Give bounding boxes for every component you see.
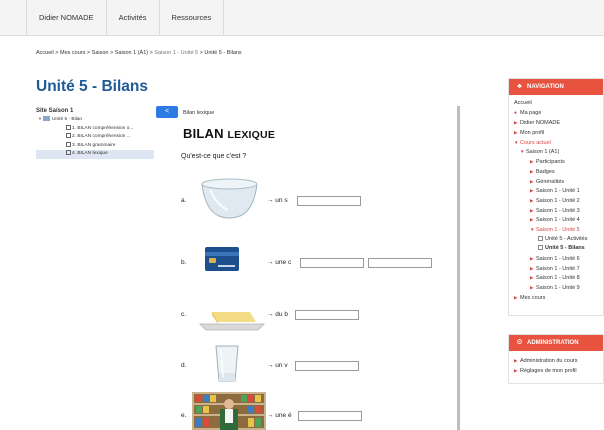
breadcrumb-current: Unité 5 - Bilans — [204, 50, 242, 56]
navigation-header[interactable]: ♣ NAVIGATION — [509, 79, 603, 95]
answer-input-c[interactable] — [295, 310, 359, 320]
answer-input-e[interactable] — [298, 411, 362, 421]
nav-unite5[interactable]: ▼ Saison 1 - Unité 5 — [514, 225, 603, 235]
nav-unite4[interactable]: ▶ Saison 1 - Unité 4 — [514, 215, 603, 225]
nav-unite8[interactable]: ▶ Saison 1 - Unité 8 — [514, 273, 603, 283]
folder-icon — [42, 116, 50, 122]
administration-list: ▶ Administration du cours ▶ Réglages de mo… — [509, 351, 603, 375]
breadcrumb-home[interactable]: Accueil — [36, 50, 54, 56]
answer-input-b-1[interactable] — [300, 258, 364, 268]
exercise-label-d: d. — [181, 362, 187, 369]
gear-icon: ⚙ — [516, 339, 523, 346]
nav-unite1[interactable]: ▶ Saison 1 - Unité 1 — [514, 186, 603, 196]
nav-user[interactable]: ▶ Didier NOMADE — [514, 118, 603, 128]
admin-course[interactable]: ▶ Administration du cours — [514, 356, 603, 366]
nav-current-course[interactable]: ▼ Cours actuel — [514, 138, 603, 148]
exercise-label-a: a. — [181, 197, 187, 204]
top-nav-menu: Didier NOMADE Activités Ressources — [26, 0, 225, 36]
exercise-label-b: b. — [181, 259, 187, 266]
nav-unite3[interactable]: ▶ Saison 1 - Unité 3 — [514, 206, 603, 216]
exercise-prompt-d: → un v — [267, 362, 288, 369]
exercise-label-c: c. — [181, 311, 187, 318]
nav-unite5-bilans[interactable]: Unité 5 - Bilans — [514, 244, 603, 254]
nav-participants[interactable]: ▶ Participants — [514, 157, 603, 167]
nav-activities[interactable]: Activités — [107, 0, 160, 36]
nav-badges[interactable]: ▶ Badges — [514, 167, 603, 177]
expand-icon: ▼ — [38, 116, 42, 121]
nav-generalites[interactable]: ▶ Généralités — [514, 177, 603, 187]
nav-my-courses[interactable]: ▶ Mes cours — [514, 293, 603, 303]
top-navbar: Didier NOMADE Activités Ressources — [0, 0, 604, 36]
exercise-label-e: e. — [181, 412, 187, 419]
nav-unite7[interactable]: ▶ Saison 1 - Unité 7 — [514, 264, 603, 274]
activity-frame: Bilan lexique BILAN LEXIQUE Qu'est-ce qu… — [178, 106, 460, 430]
breadcrumb-saison[interactable]: Saison — [92, 50, 109, 56]
exercise-prompt-a: → un s — [267, 197, 288, 204]
activity-icon — [538, 235, 543, 241]
activity-title: BILAN LEXIQUE — [183, 126, 276, 141]
breadcrumb-saison1[interactable]: Saison 1 (A1) — [115, 50, 148, 56]
tree-item-bilan-2[interactable]: 2. BILAN compréhension ... — [36, 133, 154, 142]
bank-card-image — [204, 244, 240, 274]
grocery-shelf-image — [192, 392, 266, 430]
page-icon — [66, 133, 71, 138]
page-icon — [66, 141, 71, 147]
collapse-tree-button[interactable]: < — [156, 106, 178, 118]
administration-header[interactable]: ⚙ ADMINISTRATION — [509, 335, 603, 351]
nav-resources[interactable]: Ressources — [160, 0, 225, 36]
navigation-block: ♣ NAVIGATION Accueil ● Ma page ▶ Didier NOM… — [508, 78, 604, 316]
exercise-prompt-e: → une é — [267, 412, 292, 419]
butter-image — [198, 302, 266, 332]
tree-item-bilan-4[interactable]: 4. BILAN lexique — [36, 150, 154, 159]
nav-unite9[interactable]: ▶ Saison 1 - Unité 9 — [514, 283, 603, 293]
nav-home[interactable]: Accueil — [514, 99, 603, 109]
nav-unite5-activites[interactable]: Unité 5 - Activités — [514, 235, 603, 245]
exercise-prompt-c: → du b — [267, 311, 288, 318]
tree-header: Site Saison 1 — [36, 108, 74, 114]
answer-input-b-2[interactable] — [368, 258, 432, 268]
frame-breadcrumb: Bilan lexique — [183, 110, 215, 116]
page-title: Unité 5 - Bilans — [36, 78, 148, 95]
breadcrumb-unite5[interactable]: Saison 1 - Unité 5 — [154, 50, 198, 56]
page-icon — [66, 150, 71, 155]
answer-input-d[interactable] — [295, 361, 359, 371]
exercise-prompt-b: → une c — [267, 259, 292, 266]
drinking-glass-image — [212, 343, 242, 383]
nav-unite6[interactable]: ▶ Saison 1 - Unité 6 — [514, 254, 603, 264]
tree-item-unit[interactable]: ▼ Unité 5 - Bilan — [36, 116, 154, 125]
question-text: Qu'est-ce que c'est ? — [181, 153, 247, 160]
glass-bowl-image — [192, 170, 267, 226]
nav-user-menu[interactable]: Didier NOMADE — [26, 0, 107, 36]
page-icon — [66, 124, 71, 130]
nav-saison1[interactable]: ▼ Saison 1 (A1) — [514, 147, 603, 157]
sitemap-icon: ♣ — [517, 83, 522, 90]
breadcrumb: Accueil > Mes cours > Saison > Saison 1 … — [36, 50, 242, 56]
site-tree: Site Saison 1 ▼ Unité 5 - Bilan 1. BILAN … — [36, 108, 154, 159]
admin-profile-settings[interactable]: ▶ Réglages de mon profil — [514, 366, 603, 376]
answer-input-a[interactable] — [297, 196, 361, 206]
activity-icon — [538, 245, 543, 251]
nav-my-page[interactable]: ● Ma page — [514, 109, 603, 119]
nav-unite2[interactable]: ▶ Saison 1 - Unité 2 — [514, 196, 603, 206]
tree-item-bilan-3[interactable]: 3. BILAN grammaire — [36, 141, 154, 151]
nav-profile[interactable]: ▶ Mon profil — [514, 128, 603, 138]
administration-block: ⚙ ADMINISTRATION ▶ Administration du cours… — [508, 334, 604, 384]
breadcrumb-my-courses[interactable]: Mes cours — [60, 50, 85, 56]
tree-item-bilan-1[interactable]: 1. BILAN compréhension o... — [36, 124, 154, 134]
navigation-list: Accueil ● Ma page ▶ Didier NOMADE ▶ Mon pro… — [509, 95, 603, 302]
